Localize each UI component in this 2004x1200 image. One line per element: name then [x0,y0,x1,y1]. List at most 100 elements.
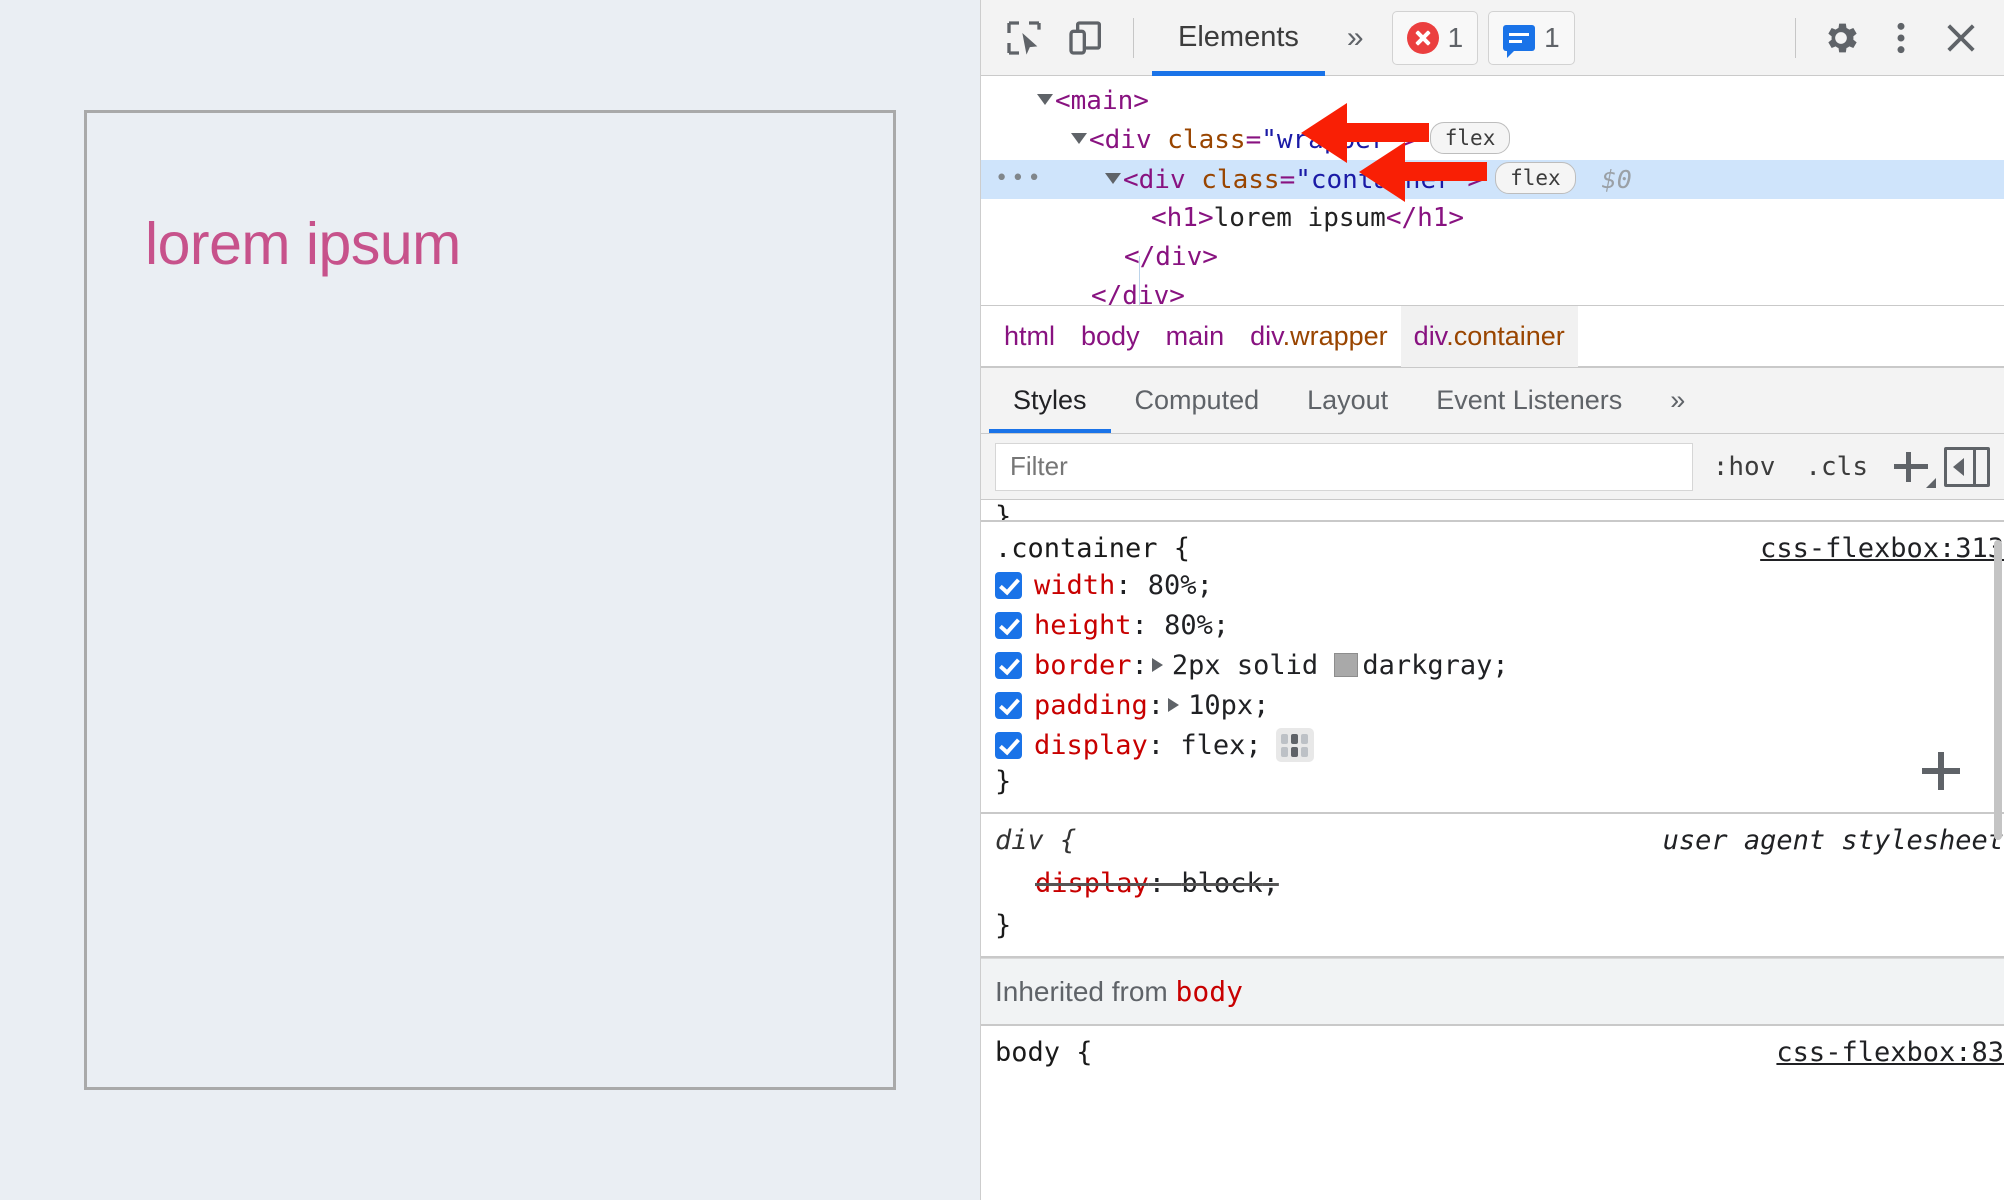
rule-container-header: .container { css-flexbox:313 [995,532,2004,565]
toggle-sidebar-icon[interactable] [1944,446,1990,487]
browser-page-viewport: lorem ipsum [0,0,980,1200]
declaration-display-value[interactable]: flex [1180,729,1245,762]
filter-input[interactable] [995,442,1693,491]
dom-row-h1[interactable]: <h1>lorem ipsum</h1> [981,199,2004,238]
container-tag-open: <div [1123,165,1186,195]
declaration-width[interactable]: width: 80%; [995,565,2004,605]
tab-event-listeners-label: Event Listeners [1436,385,1623,415]
declaration-border[interactable]: border: 2px solid darkgray; [995,645,2004,685]
declaration-display-block-property[interactable]: display [1035,867,1149,900]
expand-triangle-icon[interactable] [1071,133,1087,144]
rule-body-source-link[interactable]: css-flexbox:83 [1776,1036,2004,1069]
declaration-width-property[interactable]: width [1034,569,1115,602]
wrapper-close-tag: </div> [1091,281,1185,306]
partial-closing-brace: } [995,501,1012,522]
declaration-display-property[interactable]: display [1034,729,1148,762]
dom-row-wrapper-close[interactable]: </div> [981,277,2004,306]
expand-shorthand-icon[interactable] [1151,658,1163,672]
declaration-padding[interactable]: padding: 10px; [995,685,2004,725]
wrapper-attr-name: class [1167,125,1246,155]
expand-shorthand-icon[interactable] [1168,698,1180,712]
error-count-badge[interactable]: 1 [1391,10,1479,65]
rule-container[interactable]: .container { css-flexbox:313 width: 80%;… [981,522,2004,814]
rule-body[interactable]: body { css-flexbox:83 [981,1026,2004,1083]
device-toolbar-icon[interactable] [1057,9,1115,67]
rule-container-source-link[interactable]: css-flexbox:313 [1760,532,2004,565]
hov-button[interactable]: :hov [1703,443,1786,491]
devtools-panel: Elements » 1 1 <main> <div class="wrappe… [980,0,2004,1200]
declaration-enabled-checkbox[interactable] [995,571,1022,599]
declaration-width-value[interactable]: 80% [1148,569,1197,602]
dom-row-wrapper[interactable]: <div class="wrapper"> flex [981,121,2004,160]
new-style-rule-icon[interactable] [1888,443,1936,491]
declaration-height-property[interactable]: height [1034,609,1132,642]
h1-text: lorem ipsum [1213,203,1386,233]
declaration-border-color-keyword[interactable]: darkgray [1362,649,1492,682]
dom-row-main[interactable]: <main> [981,82,2004,121]
breadcrumb-item-div-container-class: .container [1446,321,1565,351]
declaration-enabled-checkbox[interactable] [995,611,1022,639]
rule-partial-top: } [981,500,2004,522]
message-count-badge[interactable]: 1 [1488,10,1575,65]
declaration-display[interactable]: display: flex; [995,725,2004,765]
styles-scrollbar[interactable] [1992,500,2004,1200]
rule-body-selector[interactable]: body { [995,1036,1093,1069]
breadcrumb-item-main[interactable]: main [1153,305,1238,367]
dom-row-more-icon[interactable]: ••• [995,168,1044,190]
breadcrumb: html body main div.wrapper div.container [981,305,2004,368]
breadcrumb-item-div-wrapper[interactable]: div.wrapper [1237,305,1401,367]
styles-rules-list[interactable]: } .container { css-flexbox:313 width: 80… [981,500,2004,1200]
tab-layout[interactable]: Layout [1283,368,1412,433]
cls-button[interactable]: .cls [1795,443,1878,491]
breadcrumb-item-body[interactable]: body [1068,305,1153,367]
breadcrumb-item-main-label: main [1165,321,1225,351]
declaration-enabled-checkbox[interactable] [995,691,1022,719]
color-swatch[interactable] [1334,653,1359,677]
gear-icon[interactable] [1812,9,1870,67]
rule-div-selector[interactable]: div { [995,824,1076,857]
tab-computed-label: Computed [1134,385,1260,415]
more-panels-icon[interactable]: » [1329,21,1382,55]
declaration-enabled-checkbox[interactable] [995,731,1022,759]
inherited-from-node-link[interactable]: body [1176,975,1243,1008]
rule-div-origin: user agent stylesheet [1662,825,2004,856]
breadcrumb-item-html[interactable]: html [991,305,1068,367]
tab-computed[interactable]: Computed [1111,368,1284,433]
declaration-border-property[interactable]: border [1034,649,1132,682]
container-attr-name: class [1201,165,1280,195]
declaration-display-block[interactable]: display: block; [995,863,2004,903]
tab-styles[interactable]: Styles [989,368,1111,433]
declaration-display-block-value[interactable]: block [1181,867,1262,900]
close-icon[interactable] [1932,9,1990,67]
kebab-menu-icon[interactable] [1872,9,1930,67]
expand-triangle-icon[interactable] [1037,94,1053,105]
tab-event-listeners[interactable]: Event Listeners [1412,368,1646,433]
flex-badge-container[interactable]: flex [1495,162,1576,194]
tab-elements[interactable]: Elements [1152,0,1325,76]
declaration-height-value[interactable]: 80% [1164,609,1213,642]
flexbox-editor-icon[interactable] [1275,728,1314,762]
devtools-tab-strip: Elements [1152,0,1325,76]
wrapper-tag-close: > [1402,125,1418,155]
rule-container-selector[interactable]: .container { [995,532,1190,565]
declaration-height[interactable]: height: 80%; [995,605,2004,645]
container-tag-close: > [1467,165,1484,195]
dom-row-container[interactable]: ••• <div class="container"> flex $0 [981,160,2004,199]
console-variable-marker: $0 [1601,165,1632,194]
message-count-label: 1 [1544,21,1560,53]
inspect-element-icon[interactable] [995,9,1053,67]
declaration-enabled-checkbox[interactable] [995,651,1022,679]
more-pane-tabs-icon[interactable]: » [1646,368,1709,433]
breadcrumb-item-div-container[interactable]: div.container [1400,305,1578,367]
expand-triangle-icon[interactable] [1105,173,1121,184]
dom-row-container-close[interactable]: </div> [981,238,2004,277]
declaration-padding-property[interactable]: padding [1034,689,1148,722]
wrapper-tag-open: <div [1089,125,1152,155]
flex-badge-wrapper[interactable]: flex [1429,122,1511,154]
dom-tree[interactable]: <main> <div class="wrapper"> flex ••• <di… [981,76,2004,306]
rule-div-user-agent[interactable]: div { user agent stylesheet display: blo… [981,814,2004,958]
declaration-padding-value[interactable]: 10px [1188,689,1253,722]
add-declaration-icon[interactable] [1918,748,1964,794]
error-icon [1406,21,1439,54]
styles-scrollbar-thumb[interactable] [1994,540,2002,840]
